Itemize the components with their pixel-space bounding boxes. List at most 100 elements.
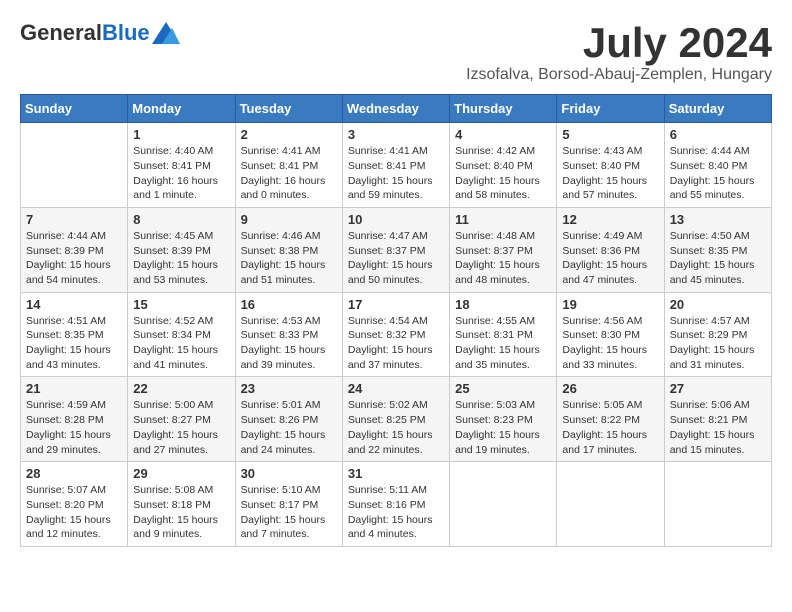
day-number: 2 bbox=[241, 127, 337, 142]
day-number: 22 bbox=[133, 381, 229, 396]
day-number: 25 bbox=[455, 381, 551, 396]
day-info: Sunrise: 4:52 AMSunset: 8:34 PMDaylight:… bbox=[133, 314, 229, 373]
day-number: 4 bbox=[455, 127, 551, 142]
calendar-cell: 11 Sunrise: 4:48 AMSunset: 8:37 PMDayligh… bbox=[450, 207, 557, 292]
calendar-cell: 27 Sunrise: 5:06 AMSunset: 8:21 PMDayligh… bbox=[664, 377, 771, 462]
calendar-header-friday: Friday bbox=[557, 95, 664, 123]
calendar-header-saturday: Saturday bbox=[664, 95, 771, 123]
day-number: 29 bbox=[133, 466, 229, 481]
day-number: 14 bbox=[26, 297, 122, 312]
day-number: 19 bbox=[562, 297, 658, 312]
logo-icon bbox=[152, 22, 180, 44]
day-info: Sunrise: 4:56 AMSunset: 8:30 PMDaylight:… bbox=[562, 314, 658, 373]
calendar-week-row: 14 Sunrise: 4:51 AMSunset: 8:35 PMDayligh… bbox=[21, 292, 772, 377]
calendar-cell: 18 Sunrise: 4:55 AMSunset: 8:31 PMDayligh… bbox=[450, 292, 557, 377]
day-number: 27 bbox=[670, 381, 766, 396]
calendar-cell: 23Sunrise: 5:01 AMSunset: 8:26 PMDayligh… bbox=[235, 377, 342, 462]
day-info: Sunrise: 4:50 AMSunset: 8:35 PMDaylight:… bbox=[670, 229, 766, 288]
calendar-cell: 6 Sunrise: 4:44 AMSunset: 8:40 PMDaylight… bbox=[664, 123, 771, 208]
day-info: Sunrise: 5:11 AMSunset: 8:16 PMDaylight:… bbox=[348, 483, 444, 542]
day-number: 9 bbox=[241, 212, 337, 227]
calendar-cell: 22 Sunrise: 5:00 AMSunset: 8:27 PMDayligh… bbox=[128, 377, 235, 462]
day-number: 12 bbox=[562, 212, 658, 227]
calendar-cell: 7Sunrise: 4:44 AMSunset: 8:39 PMDaylight… bbox=[21, 207, 128, 292]
day-number: 31 bbox=[348, 466, 444, 481]
day-info: Sunrise: 5:03 AMSunset: 8:23 PMDaylight:… bbox=[455, 398, 551, 457]
logo: GeneralBlue bbox=[20, 20, 180, 46]
calendar-week-row: 28 Sunrise: 5:07 AMSunset: 8:20 PMDayligh… bbox=[21, 462, 772, 547]
day-info: Sunrise: 4:44 AMSunset: 8:39 PMDaylight:… bbox=[26, 229, 122, 288]
day-info: Sunrise: 4:40 AMSunset: 8:41 PMDaylight:… bbox=[133, 144, 229, 203]
calendar-cell: 29Sunrise: 5:08 AMSunset: 8:18 PMDayligh… bbox=[128, 462, 235, 547]
calendar-cell: 19 Sunrise: 4:56 AMSunset: 8:30 PMDayligh… bbox=[557, 292, 664, 377]
day-number: 5 bbox=[562, 127, 658, 142]
calendar-cell: 26 Sunrise: 5:05 AMSunset: 8:22 PMDayligh… bbox=[557, 377, 664, 462]
title-block: July 2024 Izsofalva, Borsod-Abauj-Zemple… bbox=[466, 20, 772, 84]
calendar-cell: 8Sunrise: 4:45 AMSunset: 8:39 PMDaylight… bbox=[128, 207, 235, 292]
calendar-cell: 15 Sunrise: 4:52 AMSunset: 8:34 PMDayligh… bbox=[128, 292, 235, 377]
day-info: Sunrise: 4:41 AMSunset: 8:41 PMDaylight:… bbox=[348, 144, 444, 203]
calendar-header-row: SundayMondayTuesdayWednesdayThursdayFrid… bbox=[21, 95, 772, 123]
day-number: 30 bbox=[241, 466, 337, 481]
calendar-cell: 28 Sunrise: 5:07 AMSunset: 8:20 PMDayligh… bbox=[21, 462, 128, 547]
location-title: Izsofalva, Borsod-Abauj-Zemplen, Hungary bbox=[466, 66, 772, 84]
day-number: 17 bbox=[348, 297, 444, 312]
calendar-cell: 12 Sunrise: 4:49 AMSunset: 8:36 PMDayligh… bbox=[557, 207, 664, 292]
day-info: Sunrise: 5:07 AMSunset: 8:20 PMDaylight:… bbox=[26, 483, 122, 542]
day-number: 26 bbox=[562, 381, 658, 396]
day-info: Sunrise: 4:57 AMSunset: 8:29 PMDaylight:… bbox=[670, 314, 766, 373]
calendar-header-thursday: Thursday bbox=[450, 95, 557, 123]
calendar-cell bbox=[450, 462, 557, 547]
calendar-cell bbox=[557, 462, 664, 547]
day-number: 1 bbox=[133, 127, 229, 142]
calendar-cell: 21Sunrise: 4:59 AMSunset: 8:28 PMDayligh… bbox=[21, 377, 128, 462]
day-info: Sunrise: 4:47 AMSunset: 8:37 PMDaylight:… bbox=[348, 229, 444, 288]
day-info: Sunrise: 4:45 AMSunset: 8:39 PMDaylight:… bbox=[133, 229, 229, 288]
day-number: 18 bbox=[455, 297, 551, 312]
calendar-cell: 9 Sunrise: 4:46 AMSunset: 8:38 PMDaylight… bbox=[235, 207, 342, 292]
calendar-week-row: 21Sunrise: 4:59 AMSunset: 8:28 PMDayligh… bbox=[21, 377, 772, 462]
calendar-cell: 2Sunrise: 4:41 AMSunset: 8:41 PMDaylight… bbox=[235, 123, 342, 208]
day-info: Sunrise: 5:02 AMSunset: 8:25 PMDaylight:… bbox=[348, 398, 444, 457]
day-number: 11 bbox=[455, 212, 551, 227]
calendar-header-tuesday: Tuesday bbox=[235, 95, 342, 123]
day-number: 16 bbox=[241, 297, 337, 312]
day-info: Sunrise: 4:49 AMSunset: 8:36 PMDaylight:… bbox=[562, 229, 658, 288]
calendar-cell: 4 Sunrise: 4:42 AMSunset: 8:40 PMDaylight… bbox=[450, 123, 557, 208]
day-info: Sunrise: 4:59 AMSunset: 8:28 PMDaylight:… bbox=[26, 398, 122, 457]
day-info: Sunrise: 5:06 AMSunset: 8:21 PMDaylight:… bbox=[670, 398, 766, 457]
calendar-cell: 24 Sunrise: 5:02 AMSunset: 8:25 PMDayligh… bbox=[342, 377, 449, 462]
day-info: Sunrise: 5:05 AMSunset: 8:22 PMDaylight:… bbox=[562, 398, 658, 457]
calendar-cell: 16 Sunrise: 4:53 AMSunset: 8:33 PMDayligh… bbox=[235, 292, 342, 377]
day-number: 3 bbox=[348, 127, 444, 142]
day-info: Sunrise: 5:00 AMSunset: 8:27 PMDaylight:… bbox=[133, 398, 229, 457]
page-header: GeneralBlue July 2024 Izsofalva, Borsod-… bbox=[20, 20, 772, 84]
day-number: 20 bbox=[670, 297, 766, 312]
day-number: 28 bbox=[26, 466, 122, 481]
calendar-cell: 14 Sunrise: 4:51 AMSunset: 8:35 PMDayligh… bbox=[21, 292, 128, 377]
calendar-cell: 10 Sunrise: 4:47 AMSunset: 8:37 PMDayligh… bbox=[342, 207, 449, 292]
calendar-week-row: 1 Sunrise: 4:40 AMSunset: 8:41 PMDaylight… bbox=[21, 123, 772, 208]
calendar-header-wednesday: Wednesday bbox=[342, 95, 449, 123]
day-number: 6 bbox=[670, 127, 766, 142]
day-number: 24 bbox=[348, 381, 444, 396]
day-info: Sunrise: 4:53 AMSunset: 8:33 PMDaylight:… bbox=[241, 314, 337, 373]
day-info: Sunrise: 4:48 AMSunset: 8:37 PMDaylight:… bbox=[455, 229, 551, 288]
calendar-cell: 5Sunrise: 4:43 AMSunset: 8:40 PMDaylight… bbox=[557, 123, 664, 208]
day-info: Sunrise: 4:54 AMSunset: 8:32 PMDaylight:… bbox=[348, 314, 444, 373]
calendar-cell: 13 Sunrise: 4:50 AMSunset: 8:35 PMDayligh… bbox=[664, 207, 771, 292]
day-info: Sunrise: 4:42 AMSunset: 8:40 PMDaylight:… bbox=[455, 144, 551, 203]
calendar-header-sunday: Sunday bbox=[21, 95, 128, 123]
day-info: Sunrise: 4:51 AMSunset: 8:35 PMDaylight:… bbox=[26, 314, 122, 373]
day-number: 23 bbox=[241, 381, 337, 396]
logo-general: GeneralBlue bbox=[20, 20, 150, 46]
day-info: Sunrise: 4:46 AMSunset: 8:38 PMDaylight:… bbox=[241, 229, 337, 288]
day-info: Sunrise: 4:55 AMSunset: 8:31 PMDaylight:… bbox=[455, 314, 551, 373]
calendar-week-row: 7Sunrise: 4:44 AMSunset: 8:39 PMDaylight… bbox=[21, 207, 772, 292]
day-info: Sunrise: 4:44 AMSunset: 8:40 PMDaylight:… bbox=[670, 144, 766, 203]
day-number: 13 bbox=[670, 212, 766, 227]
day-number: 15 bbox=[133, 297, 229, 312]
calendar-cell: 31 Sunrise: 5:11 AMSunset: 8:16 PMDayligh… bbox=[342, 462, 449, 547]
calendar-cell: 30Sunrise: 5:10 AMSunset: 8:17 PMDayligh… bbox=[235, 462, 342, 547]
day-number: 10 bbox=[348, 212, 444, 227]
